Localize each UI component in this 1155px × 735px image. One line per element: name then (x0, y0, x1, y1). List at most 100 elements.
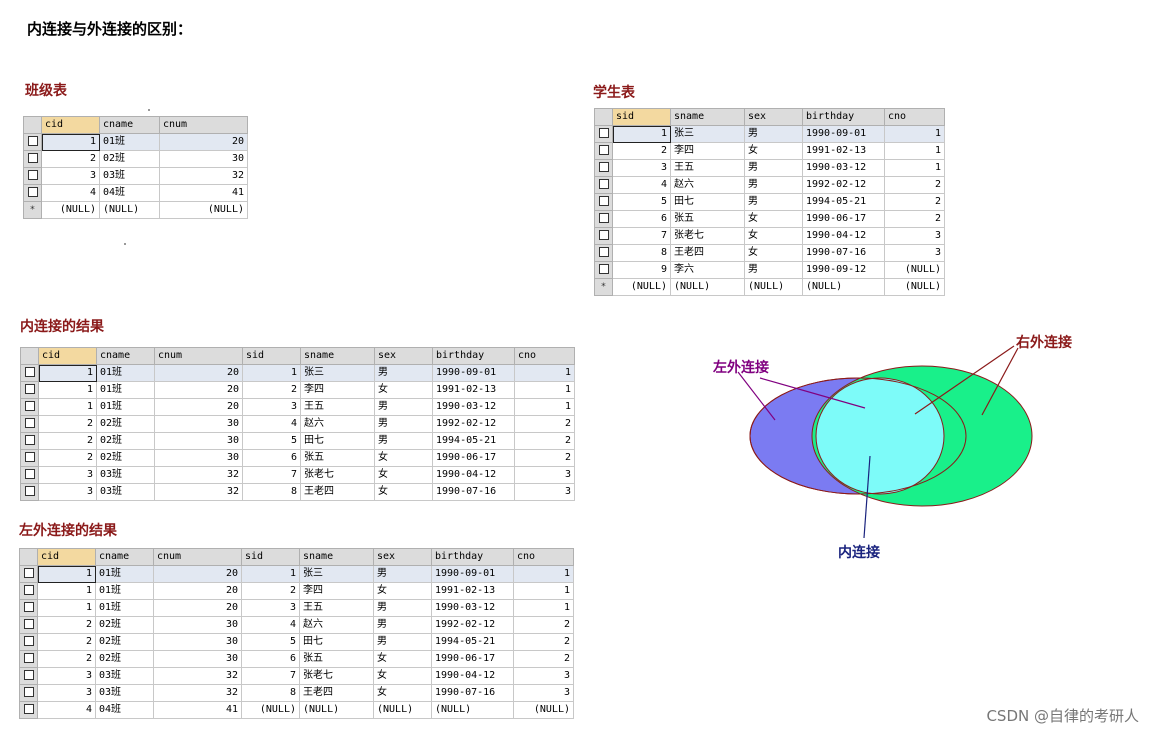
column-header-sname[interactable]: sname (670, 108, 745, 126)
table-cell[interactable]: 8 (612, 244, 671, 262)
table-cell[interactable]: 30 (159, 150, 248, 168)
table-cell[interactable]: 9 (612, 261, 671, 279)
table-cell[interactable]: 4 (242, 415, 301, 433)
table-cell[interactable]: 5 (241, 633, 300, 651)
row-select-checkbox-icon[interactable] (19, 616, 38, 634)
table-cell[interactable]: 女 (374, 381, 433, 399)
row-header-corner[interactable] (19, 548, 38, 566)
table-cell[interactable]: 20 (154, 398, 243, 416)
row-select-checkbox-icon[interactable] (19, 582, 38, 600)
row-select-checkbox-icon[interactable] (594, 227, 613, 245)
table-cell[interactable]: 女 (744, 210, 803, 228)
row-select-checkbox-icon[interactable] (23, 184, 42, 202)
table-cell[interactable]: 3 (884, 244, 945, 262)
table-cell[interactable]: 2 (41, 150, 100, 168)
column-header-cid[interactable]: cid (41, 116, 100, 134)
table-cell[interactable]: 3 (612, 159, 671, 177)
table-cell[interactable]: 3 (513, 684, 574, 702)
row-select-checkbox-icon[interactable] (19, 667, 38, 685)
column-header-sid[interactable]: sid (241, 548, 300, 566)
row-select-checkbox-icon[interactable] (594, 210, 613, 228)
table-cell[interactable]: (NULL) (41, 201, 100, 219)
table-cell[interactable]: 4 (41, 184, 100, 202)
table-cell[interactable]: 1991-02-13 (802, 142, 885, 160)
table-cell[interactable]: 王五 (300, 398, 375, 416)
table-cell[interactable]: 女 (744, 244, 803, 262)
table-cell[interactable]: 32 (154, 466, 243, 484)
table-cell[interactable]: 男 (744, 193, 803, 211)
table-cell[interactable]: 8 (242, 483, 301, 501)
table-cell[interactable]: 6 (612, 210, 671, 228)
table-cell[interactable]: 20 (154, 364, 243, 382)
table-cell[interactable]: 男 (374, 432, 433, 450)
table-cell[interactable]: 3 (41, 167, 100, 185)
table-cell[interactable]: 1 (37, 565, 96, 583)
table-cell[interactable]: 1992-02-12 (432, 415, 515, 433)
table-row[interactable]: 8 王老四女 1990-07-16 3 (594, 244, 945, 262)
row-select-checkbox-icon[interactable] (20, 398, 39, 416)
table-cell[interactable]: 20 (154, 381, 243, 399)
table-cell[interactable]: 3 (884, 227, 945, 245)
table-cell[interactable]: 30 (153, 633, 242, 651)
table-row[interactable]: 2 李四女 1991-02-13 1 (594, 142, 945, 160)
table-cell[interactable]: 4 (37, 701, 96, 719)
table-cell[interactable]: 01班 (96, 364, 155, 382)
table-row[interactable]: 2 02班 30 4 赵六男 1992-02-12 2 (20, 415, 575, 433)
column-header-cid[interactable]: cid (37, 548, 96, 566)
table-row[interactable]: 9 李六男 1990-09-12 (NULL) (594, 261, 945, 279)
table-cell[interactable]: 4 (612, 176, 671, 194)
table-cell[interactable]: 20 (159, 133, 248, 151)
table-cell[interactable]: 1 (514, 364, 575, 382)
table-cell[interactable]: 01班 (95, 582, 154, 600)
table-cell[interactable]: 2 (37, 633, 96, 651)
table-cell[interactable]: 1 (38, 364, 97, 382)
table-cell[interactable]: 3 (514, 483, 575, 501)
column-header-birthday[interactable]: birthday (432, 347, 515, 365)
table-cell[interactable]: 32 (159, 167, 248, 185)
table-cell[interactable]: 01班 (99, 133, 160, 151)
table-cell[interactable]: 2 (612, 142, 671, 160)
row-select-checkbox-icon[interactable] (20, 364, 39, 382)
table-cell[interactable]: 男 (374, 364, 433, 382)
column-header-cno[interactable]: cno (513, 548, 574, 566)
table-cell[interactable]: 1994-05-21 (432, 432, 515, 450)
table-cell[interactable]: 1990-09-01 (432, 364, 515, 382)
table-cell[interactable]: 1 (884, 125, 945, 143)
table-cell[interactable]: 男 (373, 565, 432, 583)
column-header-cnum[interactable]: cnum (153, 548, 242, 566)
table-cell[interactable]: 李四 (670, 142, 745, 160)
table-row[interactable]: 1 01班 20 2 李四女 1991-02-13 1 (20, 381, 575, 399)
table-cell[interactable]: 3 (514, 466, 575, 484)
table-cell[interactable]: (NULL) (431, 701, 514, 719)
row-header-corner[interactable] (20, 347, 39, 365)
table-cell[interactable]: 7 (242, 466, 301, 484)
table-cell[interactable]: 02班 (96, 432, 155, 450)
table-cell[interactable]: 1990-04-12 (432, 466, 515, 484)
table-cell[interactable]: 张老七 (299, 667, 374, 685)
column-header-cno[interactable]: cno (514, 347, 575, 365)
table-cell[interactable]: 男 (374, 398, 433, 416)
table-row[interactable]: 1 01班 20 1 张三男 1990-09-01 1 (20, 364, 575, 382)
row-select-checkbox-icon[interactable] (23, 167, 42, 185)
table-cell[interactable]: 1990-03-12 (432, 398, 515, 416)
table-row[interactable]: 4 04班 41 (NULL) (NULL) (NULL) (NULL) (NULL) (19, 701, 574, 719)
table-cell[interactable]: 1990-06-17 (432, 449, 515, 467)
table-cell[interactable]: 1 (884, 159, 945, 177)
table-cell[interactable]: 03班 (95, 667, 154, 685)
table-cell[interactable]: 1 (37, 599, 96, 617)
table-cell[interactable]: 01班 (95, 599, 154, 617)
row-select-checkbox-icon[interactable] (19, 599, 38, 617)
table-cell[interactable]: 02班 (99, 150, 160, 168)
row-select-checkbox-icon[interactable] (20, 466, 39, 484)
column-header-sid[interactable]: sid (612, 108, 671, 126)
table-cell[interactable]: 1 (513, 582, 574, 600)
row-header-corner[interactable] (23, 116, 42, 134)
table-cell[interactable]: 1990-06-17 (431, 650, 514, 668)
table-cell[interactable]: (NULL) (802, 278, 885, 296)
table-cell[interactable]: 1990-07-16 (432, 483, 515, 501)
column-header-sid[interactable]: sid (242, 347, 301, 365)
column-header-cid[interactable]: cid (38, 347, 97, 365)
table-cell[interactable]: 女 (374, 449, 433, 467)
table-row[interactable]: 5 田七男 1994-05-21 2 (594, 193, 945, 211)
table-cell[interactable]: (NULL) (513, 701, 574, 719)
